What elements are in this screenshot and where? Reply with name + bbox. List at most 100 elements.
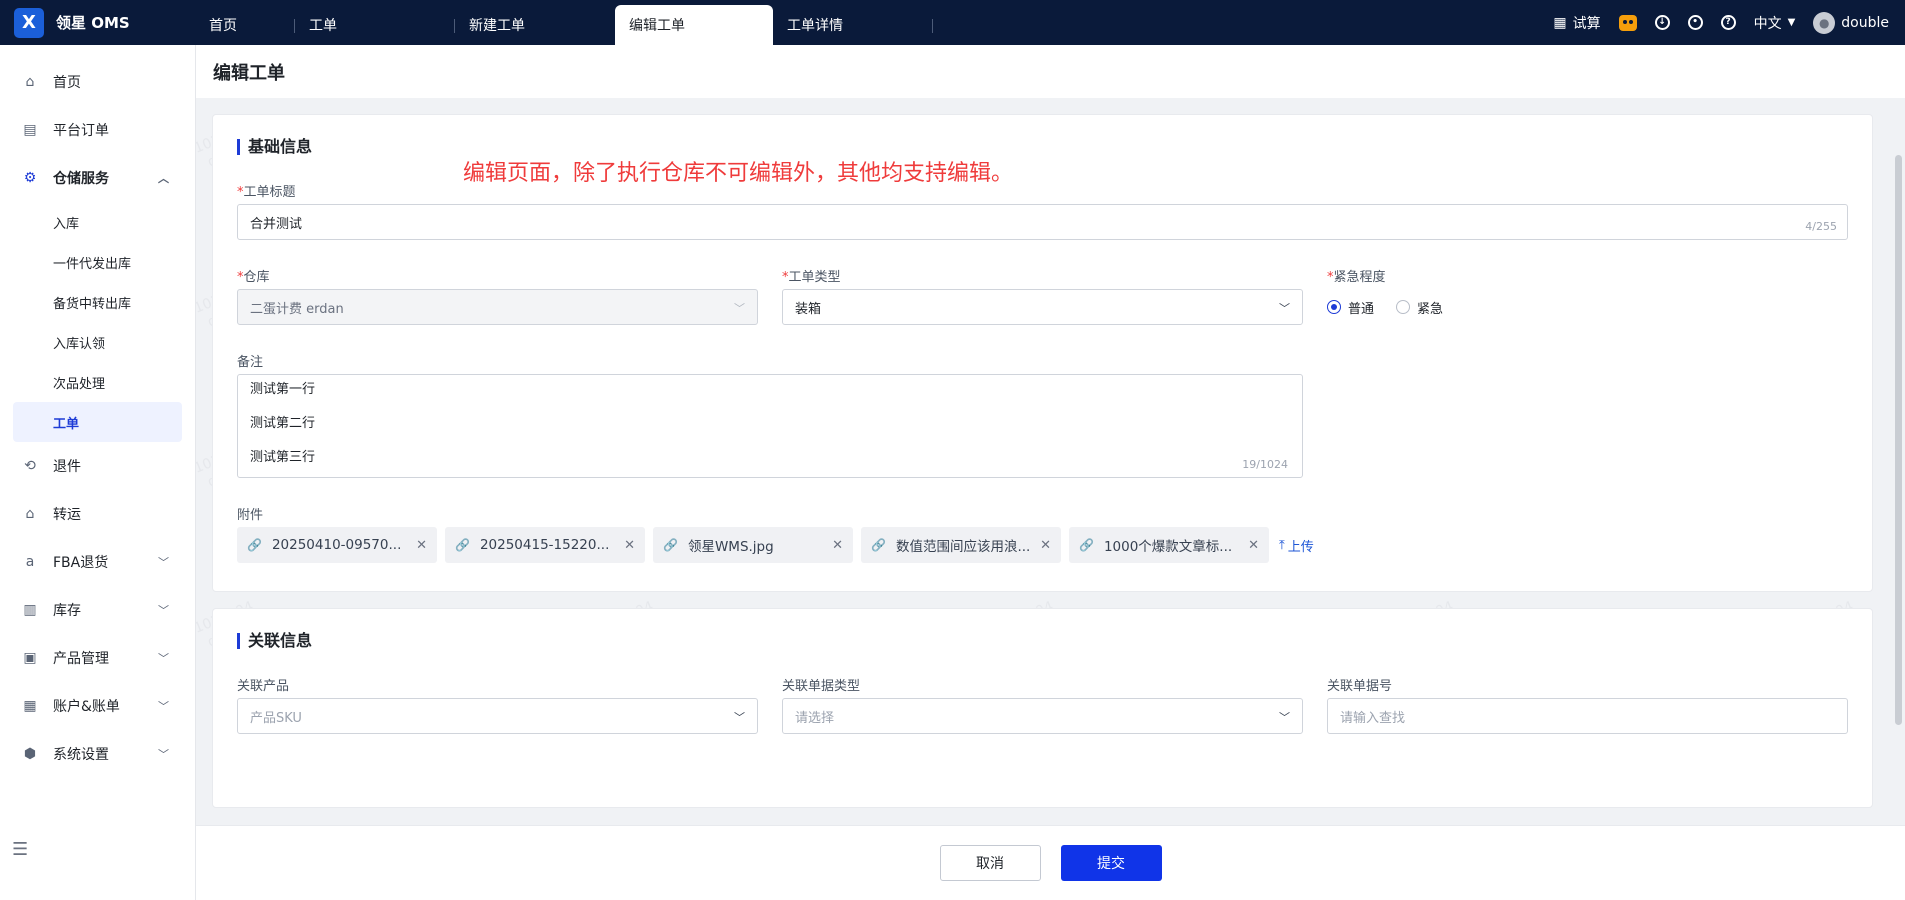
urgency-normal-radio[interactable]: 普通 <box>1327 298 1374 317</box>
warehouse-label: *仓库 <box>237 270 270 285</box>
sidebar-item-products[interactable]: ▣ 产品管理 ﹀ <box>0 634 195 682</box>
amazon-icon: a <box>25 554 35 570</box>
download-icon[interactable]: ↓ <box>1654 15 1670 30</box>
language-selector[interactable]: 中文 ▼ <box>1754 13 1796 33</box>
attachment-item[interactable]: 🔗 20250410-09570... ✕ <box>237 527 437 563</box>
close-icon[interactable]: ✕ <box>624 538 635 553</box>
attachment-item[interactable]: 🔗 数值范围间应该用浪... ✕ <box>861 527 1061 563</box>
robot-icon[interactable] <box>1618 14 1637 31</box>
sidebar-item-returns[interactable]: ⟲ 退件 <box>0 442 195 490</box>
app-logo[interactable]: X 领星 OMS <box>0 7 195 38</box>
home-icon: ⌂ <box>25 74 35 90</box>
radio-label: 普通 <box>1348 301 1375 317</box>
related-product-placeholder: 产品SKU <box>250 710 302 726</box>
related-info-card: 关联信息 关联产品 产品SKU ﹀ 关联单据类型 请选择 ﹀ 关联单据号 请输入… <box>212 608 1873 808</box>
sidebar-item-platform-orders[interactable]: ▤ 平台订单 <box>0 106 195 154</box>
page-tabs: 首页 工单 新建工单 编辑工单 工单详情 <box>195 0 933 45</box>
sidebar-item-label: 系统设置 <box>53 747 109 763</box>
close-icon[interactable]: ✕ <box>832 538 843 553</box>
app-name: 领星 OMS <box>56 14 130 32</box>
chevron-down-icon: ﹀ <box>158 604 169 617</box>
calc-label: 试算 <box>1572 15 1601 32</box>
top-navigation-bar: X 领星 OMS 首页 工单 新建工单 编辑工单 工单详情 ▦ 试算 ↓ • ?… <box>0 0 1905 45</box>
user-name: double <box>1841 14 1889 31</box>
doc-no-label: 关联单据号 <box>1327 679 1393 694</box>
sidebar: ⌂ 首页 ▤ 平台订单 ⚙ 仓储服务 ︿ 入库 一件代发出库 备货中转出库 入库… <box>0 45 196 900</box>
type-select[interactable]: 装箱 ﹀ <box>782 289 1303 325</box>
chevron-up-icon: ︿ <box>158 172 169 185</box>
upload-button[interactable]: ⤒ 上传 <box>1279 536 1314 555</box>
chevron-down-icon: ﹀ <box>158 556 169 569</box>
link-icon: 🔗 <box>663 538 678 552</box>
related-product-select[interactable]: 产品SKU ﹀ <box>237 698 758 734</box>
sidebar-subitem-workorder[interactable]: 工单 <box>13 402 182 442</box>
radio-checked-icon <box>1327 300 1341 314</box>
link-icon: 🔗 <box>455 538 470 552</box>
sidebar-subitem-inbound[interactable]: 入库 <box>0 202 195 242</box>
radio-label: 紧急 <box>1417 301 1444 317</box>
close-icon[interactable]: ✕ <box>1040 538 1051 553</box>
return-icon: ⟲ <box>24 458 36 474</box>
avatar: ● <box>1813 11 1836 34</box>
calc-button[interactable]: ▦ 试算 <box>1553 13 1600 33</box>
sidebar-item-label: 产品管理 <box>53 651 109 667</box>
form-footer: 取消 提交 <box>196 825 1905 900</box>
sidebar-item-label: 平台订单 <box>53 123 109 139</box>
sidebar-item-label: 库存 <box>53 603 81 619</box>
tab-edit-workorder[interactable]: 编辑工单 <box>615 5 773 45</box>
sidebar-item-warehouse-services[interactable]: ⚙ 仓储服务 ︿ <box>0 154 195 202</box>
main-area: 编辑工单 1011004double 1011004double 1011004… <box>196 45 1905 900</box>
remark-line: 测试第三行 <box>250 450 316 465</box>
title-char-count: 4/255 <box>1805 220 1837 233</box>
sidebar-item-label: 仓储服务 <box>53 171 109 187</box>
user-menu[interactable]: ● double <box>1813 11 1889 34</box>
remark-char-count: 19/1024 <box>1242 458 1288 471</box>
submit-button[interactable]: 提交 <box>1060 845 1162 881</box>
section-title-basic: 基础信息 <box>237 139 1848 155</box>
sidebar-item-home[interactable]: ⌂ 首页 <box>0 58 195 106</box>
attachment-name: 1000个爆款文章标... <box>1103 539 1233 555</box>
sidebar-subitem-transfer-out[interactable]: 备货中转出库 <box>0 282 195 322</box>
tab-home[interactable]: 首页 <box>195 5 295 45</box>
sidebar-subitem-dropship[interactable]: 一件代发出库 <box>0 242 195 282</box>
type-value: 装箱 <box>795 301 822 317</box>
warehouse-value: 二蛋计费 erdan <box>250 301 344 317</box>
sidebar-item-accounts[interactable]: ▦ 账户&账单 ﹀ <box>0 682 195 730</box>
tab-workorder[interactable]: 工单 <box>295 5 455 45</box>
chevron-down-icon: ﹀ <box>1279 711 1290 724</box>
doc-type-label: 关联单据类型 <box>782 679 861 694</box>
upload-label: 上传 <box>1287 539 1314 555</box>
sidebar-item-fba-returns[interactable]: a FBA退货 ﹀ <box>0 538 195 586</box>
radio-unchecked-icon <box>1396 300 1411 314</box>
gear-icon[interactable]: • <box>1687 15 1703 30</box>
attachment-name: 20250415-15220... <box>479 537 610 553</box>
attachment-item[interactable]: 🔗 20250415-15220... ✕ <box>445 527 645 563</box>
collapse-sidebar-icon[interactable]: ☰ <box>12 839 28 860</box>
attachment-label: 附件 <box>237 508 264 523</box>
tab-workorder-detail[interactable]: 工单详情 <box>773 5 933 45</box>
warehouse-icon: ⚙ <box>23 170 37 186</box>
urgency-urgent-radio[interactable]: 紧急 <box>1396 298 1443 317</box>
cancel-button[interactable]: 取消 <box>939 845 1041 881</box>
close-icon[interactable]: ✕ <box>416 538 427 553</box>
attachment-item[interactable]: 🔗 领星WMS.jpg ✕ <box>653 527 853 563</box>
close-icon[interactable]: ✕ <box>1248 538 1259 553</box>
sidebar-item-transfer[interactable]: ⌂ 转运 <box>0 490 195 538</box>
title-input[interactable]: 合并测试 4/255 <box>237 204 1848 240</box>
vertical-scrollbar[interactable] <box>1895 155 1902 725</box>
doc-type-select[interactable]: 请选择 ﹀ <box>782 698 1303 734</box>
sidebar-subitem-inbound-claim[interactable]: 入库认领 <box>0 322 195 362</box>
remark-textarea[interactable]: 测试第一行 测试第二行 测试第三行 19/1024 <box>237 374 1303 478</box>
sidebar-item-label: 转运 <box>53 507 81 523</box>
related-product-label: 关联产品 <box>237 679 290 694</box>
calculator-icon: ▦ <box>1553 14 1567 31</box>
type-label: *工单类型 <box>782 270 841 285</box>
help-icon[interactable]: ? <box>1720 15 1736 30</box>
link-icon: 🔗 <box>1079 538 1094 552</box>
sidebar-item-inventory[interactable]: ▥ 库存 ﹀ <box>0 586 195 634</box>
attachment-item[interactable]: 🔗 1000个爆款文章标... ✕ <box>1069 527 1269 563</box>
tab-new-workorder[interactable]: 新建工单 <box>455 5 615 45</box>
sidebar-subitem-defects[interactable]: 次品处理 <box>0 362 195 402</box>
sidebar-item-settings[interactable]: ⬢ 系统设置 ﹀ <box>0 730 195 778</box>
doc-no-input[interactable]: 请输入查找 <box>1327 698 1848 734</box>
